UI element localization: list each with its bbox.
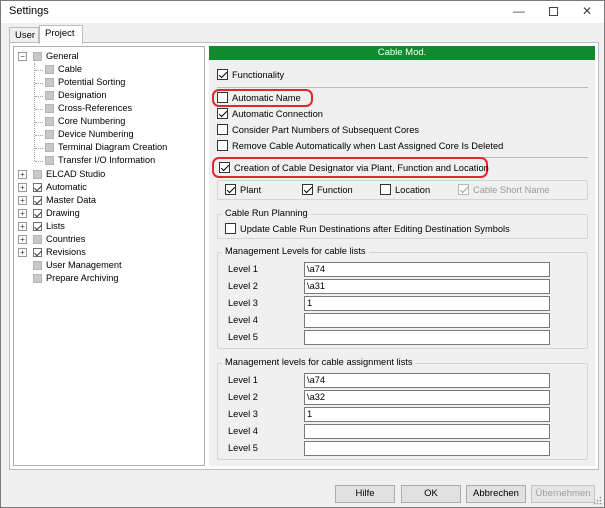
panel-header: Cable Mod. bbox=[209, 46, 595, 60]
cable-list-level-1-input[interactable]: \a74 bbox=[304, 262, 550, 277]
settings-window: Settings — ✕ User Project − General Cabl… bbox=[0, 0, 605, 508]
expand-icon[interactable]: + bbox=[18, 235, 27, 244]
level-label: Level 1 bbox=[228, 375, 258, 385]
collapse-icon[interactable]: − bbox=[18, 52, 27, 61]
group-title: Management Levels for cable lists bbox=[222, 246, 369, 256]
help-button[interactable]: Hilfe bbox=[335, 485, 395, 503]
cable-settings-panel: Cable Mod. Functionality Automatic Name … bbox=[209, 46, 595, 466]
expand-icon[interactable]: + bbox=[18, 196, 27, 205]
settings-tree: − General Cable Potential Sorting Design… bbox=[13, 46, 205, 466]
page-icon bbox=[45, 156, 54, 165]
checked-icon bbox=[33, 209, 42, 218]
level-label: Level 1 bbox=[228, 264, 258, 274]
folder-icon bbox=[33, 170, 42, 179]
tab-content: − General Cable Potential Sorting Design… bbox=[9, 42, 599, 470]
tab-project[interactable]: Project bbox=[39, 25, 83, 44]
checked-icon bbox=[33, 222, 42, 231]
minimize-button[interactable]: — bbox=[502, 1, 536, 21]
page-icon bbox=[45, 78, 54, 87]
ok-button[interactable]: OK bbox=[401, 485, 461, 503]
checked-icon bbox=[33, 196, 42, 205]
assignment-list-level-1-input[interactable]: \a74 bbox=[304, 373, 550, 388]
expand-icon[interactable]: + bbox=[18, 248, 27, 257]
page-icon bbox=[45, 130, 54, 139]
level-label: Level 5 bbox=[228, 332, 258, 342]
cancel-button[interactable]: Abbrechen bbox=[466, 485, 526, 503]
assignment-list-level-2-input[interactable]: \a32 bbox=[304, 390, 550, 405]
folder-icon bbox=[33, 274, 42, 283]
cable-list-level-5-input[interactable] bbox=[304, 330, 550, 345]
cable-list-level-3-input[interactable]: 1 bbox=[304, 296, 550, 311]
folder-icon bbox=[33, 52, 42, 61]
title-bar: Settings — ✕ bbox=[1, 1, 604, 23]
assignment-list-level-3-input[interactable]: 1 bbox=[304, 407, 550, 422]
checked-icon bbox=[33, 183, 42, 192]
checked-icon bbox=[33, 248, 42, 257]
assignment-list-level-5-input[interactable] bbox=[304, 441, 550, 456]
level-label: Level 4 bbox=[228, 315, 258, 325]
page-icon bbox=[45, 143, 54, 152]
level-label: Level 3 bbox=[228, 409, 258, 419]
maximize-button[interactable] bbox=[536, 1, 570, 21]
tab-user[interactable]: User bbox=[9, 27, 39, 43]
close-icon: ✕ bbox=[581, 4, 593, 18]
level-label: Level 2 bbox=[228, 281, 258, 291]
folder-icon bbox=[33, 235, 42, 244]
level-label: Level 4 bbox=[228, 426, 258, 436]
expand-icon[interactable]: + bbox=[18, 222, 27, 231]
expand-icon[interactable]: + bbox=[18, 209, 27, 218]
cable-list-level-2-input[interactable]: \a31 bbox=[304, 279, 550, 294]
page-icon bbox=[45, 104, 54, 113]
designator-parts-group: Plant Function Location Cable Short Name bbox=[217, 180, 588, 200]
window-title: Settings bbox=[9, 5, 49, 17]
level-label: Level 3 bbox=[228, 298, 258, 308]
close-button[interactable]: ✕ bbox=[570, 1, 604, 21]
assignment-list-level-4-input[interactable] bbox=[304, 424, 550, 439]
group-title: Cable Run Planning bbox=[222, 208, 311, 218]
expand-icon[interactable]: + bbox=[18, 170, 27, 179]
cable-run-planning-group: Cable Run Planning Update Cable Run Dest… bbox=[217, 208, 588, 239]
management-levels-assignment-lists-group: Management levels for cable assignment l… bbox=[217, 357, 588, 460]
apply-button: Übernehmen bbox=[531, 485, 595, 503]
management-levels-cable-lists-group: Management Levels for cable lists Level … bbox=[217, 246, 588, 349]
cable-list-level-4-input[interactable] bbox=[304, 313, 550, 328]
resize-grip-icon[interactable] bbox=[593, 496, 602, 505]
level-label: Level 2 bbox=[228, 392, 258, 402]
page-icon bbox=[45, 117, 54, 126]
page-icon bbox=[45, 91, 54, 100]
page-icon bbox=[45, 65, 54, 74]
expand-icon[interactable]: + bbox=[18, 183, 27, 192]
folder-icon bbox=[33, 261, 42, 270]
group-title: Management levels for cable assignment l… bbox=[222, 357, 416, 367]
level-label: Level 5 bbox=[228, 443, 258, 453]
maximize-icon bbox=[548, 7, 558, 17]
